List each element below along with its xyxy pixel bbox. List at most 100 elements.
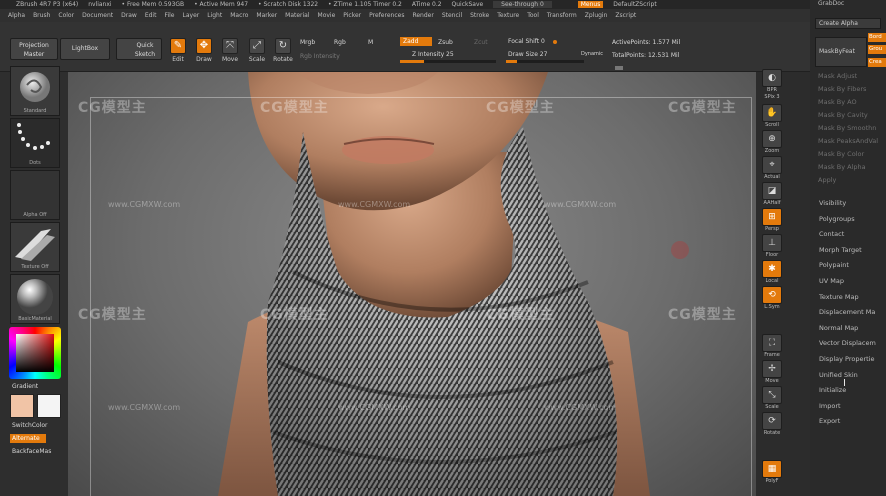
move-button[interactable]: ⤧ Move (219, 38, 241, 66)
subpalette-header[interactable]: Morph Target (819, 246, 862, 254)
border-toggle[interactable]: Bord (868, 33, 886, 42)
crease-toggle[interactable]: Crea (868, 58, 886, 67)
move-view-button[interactable]: ✢ Move (761, 360, 783, 384)
frame-button[interactable]: ⛶ Frame (761, 334, 783, 358)
z-intensity-slider[interactable]: Z Intensity 25 (412, 51, 454, 58)
zadd-button[interactable]: Zadd (400, 37, 433, 46)
subpalette-header[interactable]: Import (819, 402, 841, 410)
menu-item[interactable]: Macro (230, 12, 248, 19)
mrgb-button[interactable]: Mrgb (300, 39, 315, 46)
rgb-intensity-slider[interactable]: Rgb Intensity (300, 53, 340, 60)
aahalf-button[interactable]: ◪ AAHalf (761, 182, 783, 206)
subpalette-header[interactable]: Polypaint (819, 261, 849, 269)
subpalette-header[interactable]: Displacement Ma (819, 308, 875, 316)
spix-slider[interactable]: SPix 3 (761, 94, 783, 100)
menu-item[interactable]: Material (285, 12, 309, 19)
brush-selector[interactable]: Standard (10, 66, 60, 116)
focal-shift-knob[interactable] (553, 40, 557, 44)
default-zscript-button[interactable]: DefaultZScript (613, 1, 656, 8)
menu-item[interactable]: Texture (497, 12, 519, 19)
menu-item[interactable]: Movie (318, 12, 336, 19)
lightbox-button[interactable]: LightBox (60, 38, 110, 60)
menu-item[interactable]: Zscript (615, 12, 636, 19)
subpalette-header[interactable]: Texture Map (819, 293, 859, 301)
mask-option[interactable]: Mask Adjust (818, 72, 857, 80)
zoom-button[interactable]: ⊕ Zoom (761, 130, 783, 154)
bpr-button[interactable]: ◐ BPR (761, 69, 783, 93)
menu-item[interactable]: Layer (183, 12, 200, 19)
mask-option[interactable]: Mask By Fibers (818, 85, 866, 93)
projection-master-button[interactable]: Projection Master (10, 38, 58, 60)
menu-item[interactable]: Picker (343, 12, 361, 19)
quick-sketch-button[interactable]: Quick Sketch (116, 38, 162, 60)
menu-item[interactable]: Alpha (8, 12, 25, 19)
menu-item[interactable]: Preferences (369, 12, 404, 19)
color-picker[interactable] (9, 327, 61, 379)
mask-option[interactable]: Mask By AO (818, 98, 857, 106)
m-button[interactable]: M (368, 39, 373, 46)
subpalette-header[interactable]: Display Propertie (819, 355, 875, 363)
shelf-scroll-handle[interactable] (615, 66, 623, 70)
canvas-viewport[interactable]: CG模型主 CG模型主 CG模型主 CG模型主 CG模型主 CG模型主 CG模型… (68, 72, 756, 496)
menu-item[interactable]: Marker (256, 12, 277, 19)
secondary-color-swatch[interactable] (37, 394, 61, 418)
mask-option[interactable]: Mask By Smoothn (818, 124, 876, 132)
subpalette-header[interactable]: UV Map (819, 277, 844, 285)
quicksave-button[interactable]: QuickSave (452, 1, 484, 8)
subpalette-header[interactable]: Polygroups (819, 215, 855, 223)
local-button[interactable]: ✱ Local (761, 260, 783, 284)
mask-option[interactable]: Mask By Cavity (818, 111, 868, 119)
stroke-selector[interactable]: Dots (10, 118, 60, 168)
draw-size-track[interactable] (506, 60, 584, 63)
polyf-button[interactable]: ▦ PolyF (761, 460, 783, 484)
z-intensity-track[interactable] (400, 60, 496, 63)
menu-item[interactable]: Light (207, 12, 222, 19)
menu-item[interactable]: Edit (145, 12, 157, 19)
focal-shift-slider[interactable]: Focal Shift 0 (508, 38, 545, 45)
mask-option[interactable]: Mask By Color (818, 150, 864, 158)
zsub-button[interactable]: Zsub (438, 39, 453, 46)
persp-button[interactable]: ⊞ Persp (761, 208, 783, 232)
menu-item[interactable]: Draw (121, 12, 137, 19)
menus-button[interactable]: Menus (577, 1, 604, 8)
mask-by-feature-button[interactable]: MaskByFeat (815, 37, 867, 67)
dynamic-button[interactable]: Dynamic (581, 51, 603, 57)
groups-toggle[interactable]: Grou (868, 45, 886, 54)
grab-doc-button[interactable]: GrabDoc (818, 0, 844, 7)
subpalette-header[interactable]: Contact (819, 230, 844, 238)
scale-button[interactable]: ⤢ Scale (246, 38, 268, 66)
menu-item[interactable]: Stencil (442, 12, 462, 19)
mask-option[interactable]: Mask By Alpha (818, 163, 866, 171)
scroll-button[interactable]: ✋ Scroll (761, 104, 783, 128)
menu-item[interactable]: Render (412, 12, 433, 19)
scale-view-button[interactable]: ⤡ Scale (761, 386, 783, 410)
gradient-label[interactable]: Gradient (12, 383, 38, 390)
menu-item[interactable]: File (164, 12, 174, 19)
alpha-selector[interactable]: Alpha Off (10, 170, 60, 220)
subpalette-header[interactable]: Normal Map (819, 324, 858, 332)
material-selector[interactable]: BasicMaterial (10, 274, 60, 324)
menu-item[interactable]: Stroke (470, 12, 489, 19)
menu-item[interactable]: Transform (547, 12, 577, 19)
menu-item[interactable]: Brush (33, 12, 50, 19)
menu-item[interactable]: Color (58, 12, 74, 19)
switch-color-button[interactable]: SwitchColor (12, 422, 48, 429)
backface-mask-button[interactable]: BackfaceMas (12, 448, 51, 455)
see-through-slider[interactable]: See-through 0 (493, 1, 552, 8)
mask-option[interactable]: Apply (818, 176, 836, 184)
xyz-button[interactable]: ⟲ L.Sym (761, 286, 783, 310)
subpalette-header[interactable]: Vector Displacem (819, 339, 876, 347)
subpalette-header[interactable]: Export (819, 417, 840, 425)
rotate-button[interactable]: ↻ Rotate (272, 38, 294, 66)
main-color-swatch[interactable] (10, 394, 34, 418)
draw-button[interactable]: ✥ Draw (193, 38, 215, 66)
menu-item[interactable]: Document (82, 12, 113, 19)
subpalette-header[interactable]: Unified Skin (819, 371, 858, 379)
actual-button[interactable]: ⌖ Actual (761, 156, 783, 180)
rotate-view-button[interactable]: ⟳ Rotate (761, 412, 783, 436)
create-alpha-button[interactable]: Create Alpha (815, 18, 881, 29)
alternate-button[interactable]: Alternate (10, 434, 46, 443)
subpalette-header[interactable]: Visibility (819, 199, 846, 207)
zcut-button[interactable]: Zcut (474, 39, 488, 46)
floor-button[interactable]: ⊥ Floor (761, 234, 783, 258)
